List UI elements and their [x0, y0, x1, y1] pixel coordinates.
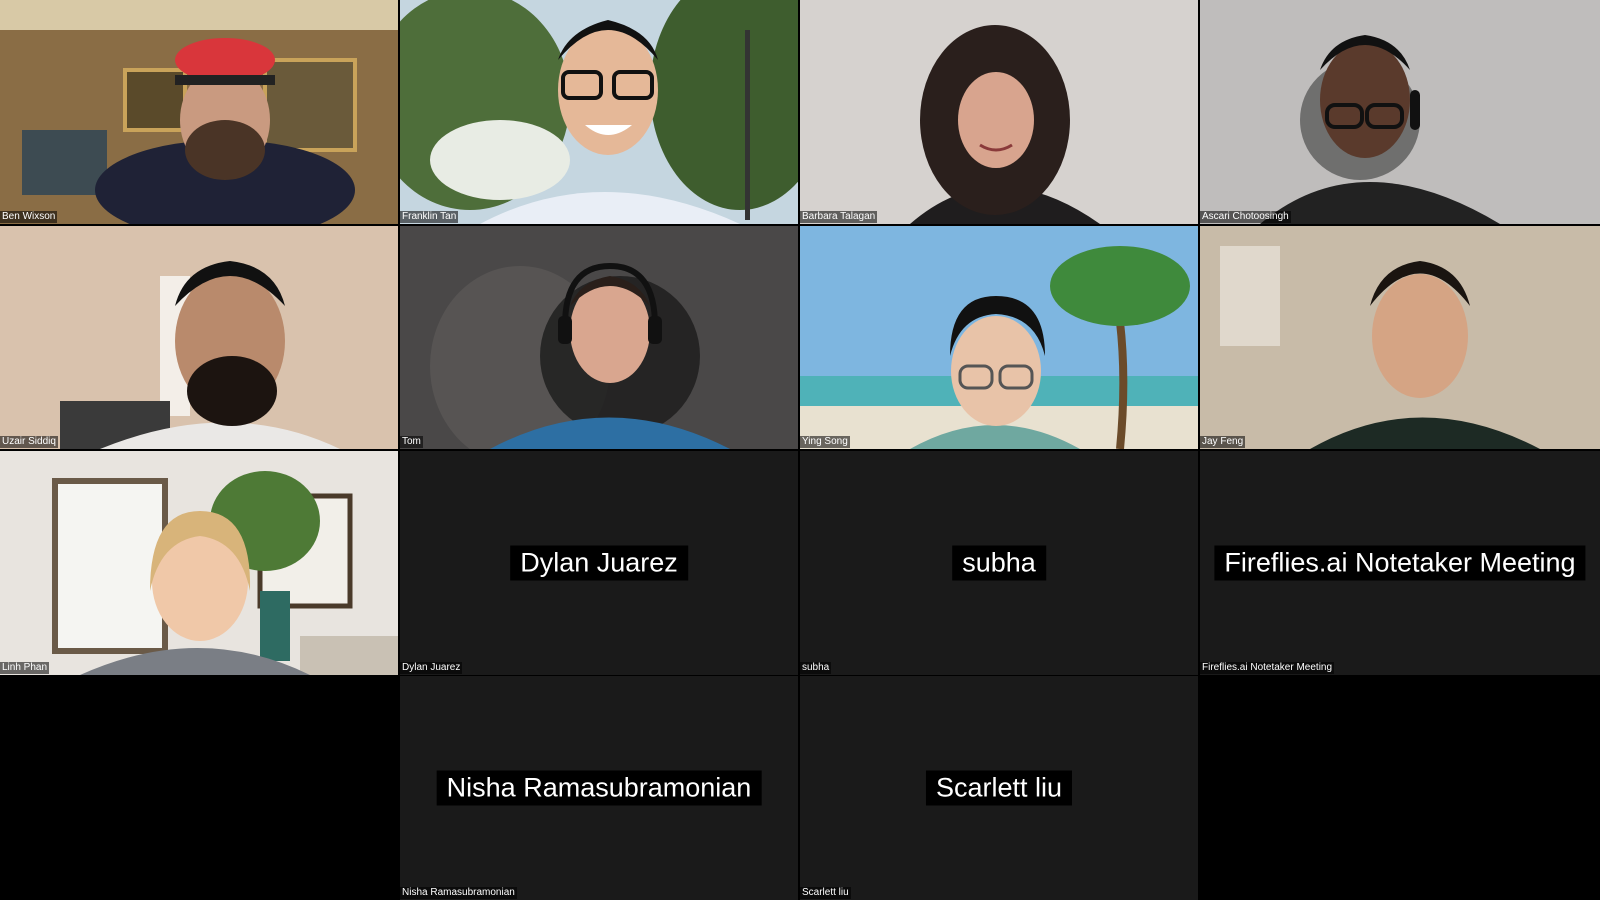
participant-display-name: Scarlett liu — [925, 770, 1073, 806]
participant-name-label: Uzair Siddiq — [0, 436, 58, 448]
participant-name-label: Barbara Talagan — [800, 211, 878, 223]
video-feed — [1200, 0, 1600, 224]
participant-tile-video-off[interactable]: Dylan Juarez Dylan Juarez — [400, 451, 798, 675]
participant-display-name: Nisha Ramasubramonian — [436, 770, 762, 806]
participant-name-label: Franklin Tan — [400, 211, 459, 223]
participant-name-label: Fireflies.ai Notetaker Meeting — [1200, 662, 1335, 674]
participant-name-label: Tom — [400, 436, 423, 448]
participant-name-label: Nisha Ramasubramonian — [400, 887, 517, 899]
video-feed — [0, 451, 398, 675]
video-feed — [800, 226, 1198, 449]
participant-name-label: subha — [800, 662, 832, 674]
participant-display-name: Dylan Juarez — [510, 545, 688, 581]
participant-tile[interactable]: Franklin Tan — [400, 0, 798, 224]
participant-tile[interactable]: Uzair Siddiq — [0, 226, 398, 449]
video-gallery-grid: Ben Wixson Franklin Tan Barbara Talagan — [0, 0, 1600, 900]
participant-name-label: Ying Song — [800, 436, 850, 448]
participant-tile[interactable]: Barbara Talagan — [800, 0, 1198, 224]
participant-tile[interactable]: Linh Phan — [0, 451, 398, 675]
video-feed — [0, 226, 398, 449]
participant-display-name: Fireflies.ai Notetaker Meeting — [1214, 545, 1586, 581]
participant-name-label: Ascari Chotoosingh — [1200, 211, 1291, 223]
participant-tile-video-off[interactable]: Scarlett liu Scarlett liu — [800, 676, 1198, 900]
participant-tile[interactable]: Tom — [400, 226, 798, 449]
participant-tile[interactable]: Ascari Chotoosingh — [1200, 0, 1600, 224]
video-feed — [1200, 226, 1600, 449]
video-feed — [0, 0, 398, 224]
participant-name-label: Scarlett liu — [800, 887, 851, 899]
participant-name-label: Linh Phan — [0, 662, 50, 674]
participant-tile-video-off[interactable]: Fireflies.ai Notetaker Meeting Fireflies… — [1200, 451, 1600, 675]
participant-name-label: Jay Feng — [1200, 436, 1246, 448]
video-feed — [400, 226, 798, 449]
participant-name-label: Dylan Juarez — [400, 662, 463, 674]
video-feed — [800, 0, 1198, 224]
participant-display-name: subha — [952, 545, 1046, 581]
participant-tile-video-off[interactable]: subha subha — [800, 451, 1198, 675]
participant-tile[interactable]: Jay Feng — [1200, 226, 1600, 449]
participant-tile[interactable]: Ying Song — [800, 226, 1198, 449]
video-feed — [400, 0, 798, 224]
empty-grid-cell — [1200, 676, 1600, 900]
participant-name-label: Ben Wixson — [0, 211, 58, 223]
participant-tile-video-off[interactable]: Nisha Ramasubramonian Nisha Ramasubramon… — [400, 676, 798, 900]
participant-tile[interactable]: Ben Wixson — [0, 0, 398, 224]
empty-grid-cell — [0, 676, 398, 900]
